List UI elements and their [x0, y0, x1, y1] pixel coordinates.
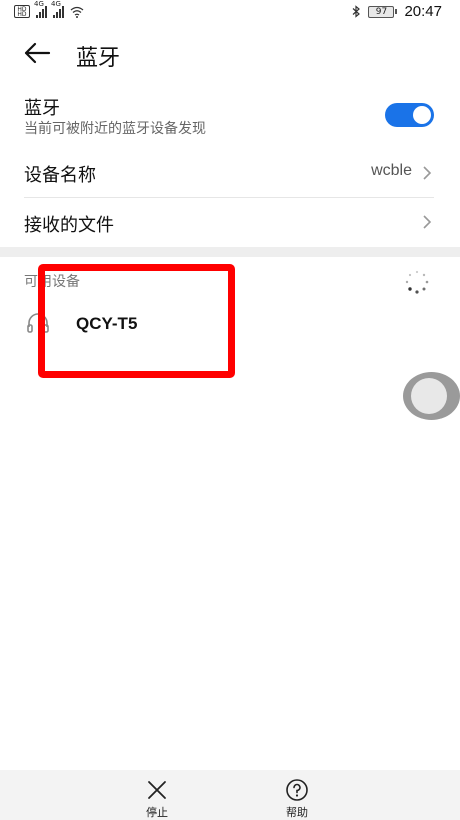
stop-button[interactable]: 停止	[127, 778, 187, 820]
bluetooth-title: 蓝牙	[24, 98, 60, 119]
status-bar: HD HD 4G 4G 97 20:47	[0, 0, 460, 24]
close-icon	[148, 781, 166, 799]
back-arrow-icon[interactable]	[22, 41, 52, 65]
device-name-row[interactable]: 设备名称 wcble	[0, 148, 460, 198]
device-name-label: 设备名称	[24, 165, 96, 186]
received-files-row[interactable]: 接收的文件	[0, 199, 460, 247]
divider	[24, 197, 434, 198]
help-icon	[286, 779, 308, 801]
loading-spinner-icon	[405, 270, 429, 294]
bluetooth-status-icon	[353, 5, 361, 18]
signal-label: 4G	[51, 0, 61, 8]
signal-label: 4G	[34, 0, 44, 8]
app-bar: 蓝牙	[0, 30, 460, 80]
bottom-action-bar: 停止 帮助	[0, 770, 460, 820]
received-files-label: 接收的文件	[24, 215, 114, 236]
bluetooth-toggle-row[interactable]: 蓝牙 当前可被附近的蓝牙设备发现	[0, 92, 460, 148]
bluetooth-subtitle: 当前可被附近的蓝牙设备发现	[24, 121, 206, 137]
signal-strength-icon: 4G	[34, 0, 47, 18]
highlight-annotation-box	[38, 264, 235, 378]
help-button[interactable]: 帮助	[267, 778, 327, 820]
floating-button-inner	[411, 378, 447, 414]
clock: 20:47	[404, 3, 442, 20]
battery-icon: 97	[368, 5, 398, 18]
hd-badge-icon: HD HD	[14, 5, 30, 18]
page-title: 蓝牙	[76, 46, 121, 71]
battery-level: 97	[368, 5, 395, 18]
signal-strength-icon: 4G	[51, 0, 64, 18]
switch-knob	[413, 106, 431, 124]
bluetooth-switch[interactable]	[385, 103, 434, 127]
floating-assistive-button[interactable]	[403, 372, 460, 420]
chevron-right-icon	[423, 215, 432, 229]
section-separator	[0, 247, 460, 257]
status-right: 97 20:47	[352, 3, 442, 20]
help-label: 帮助	[286, 806, 308, 819]
wifi-icon	[70, 6, 84, 18]
status-left: HD HD 4G 4G	[14, 0, 84, 18]
stop-label: 停止	[146, 806, 168, 819]
device-name-value: wcble	[371, 162, 412, 179]
chevron-right-icon	[423, 166, 432, 180]
